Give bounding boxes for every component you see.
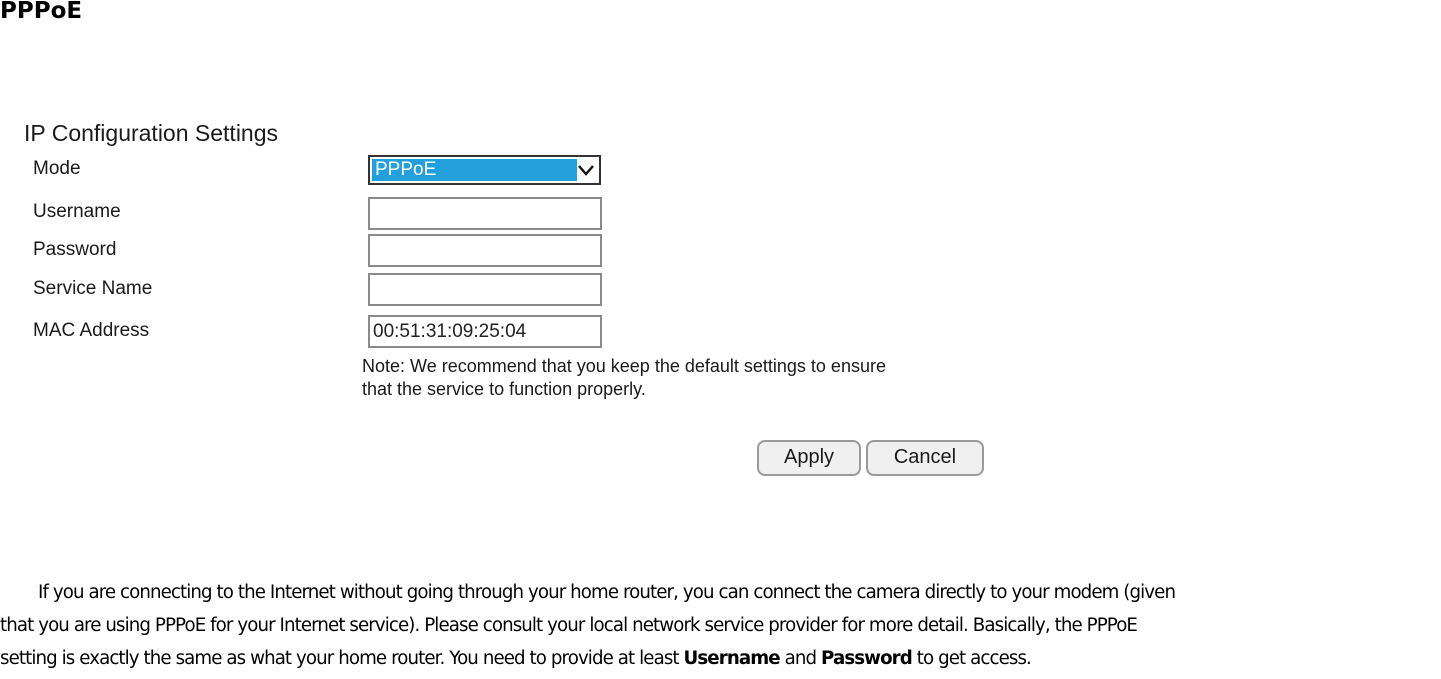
note-line-2: that the service to function properly. xyxy=(362,379,646,399)
paragraph-line-3: setting is exactly the same as what your… xyxy=(0,642,1441,675)
document-heading: PPPoE xyxy=(0,0,83,24)
bold-password: Password xyxy=(821,648,913,669)
description-paragraph: If you are connecting to the Internet wi… xyxy=(0,576,1441,675)
settings-note: Note: We recommend that you keep the def… xyxy=(362,355,1002,401)
form-title: IP Configuration Settings xyxy=(24,120,279,146)
note-line-1: Note: We recommend that you keep the def… xyxy=(362,356,886,376)
service-name-label: Service Name xyxy=(33,278,153,299)
paragraph-line-1: If you are connecting to the Internet wi… xyxy=(0,576,1441,609)
mac-address-label: MAC Address xyxy=(33,320,150,341)
service-name-input[interactable] xyxy=(368,273,602,306)
paragraph-line-3-mid: and xyxy=(779,648,822,669)
mode-select-value: PPPoE xyxy=(372,159,577,181)
paragraph-line-2: that you are using PPPoE for your Intern… xyxy=(0,615,1138,636)
mode-label: Mode xyxy=(33,158,81,179)
password-input[interactable] xyxy=(368,234,602,267)
mac-address-input[interactable] xyxy=(368,315,602,348)
paragraph-line-3-post: to get access. xyxy=(911,648,1032,669)
cancel-button[interactable]: Cancel xyxy=(866,440,984,476)
paragraph-line-3-pre: setting is exactly the same as what your… xyxy=(0,648,684,669)
bold-username: Username xyxy=(683,648,781,669)
apply-button[interactable]: Apply xyxy=(757,440,861,476)
username-input[interactable] xyxy=(368,197,602,230)
mode-select[interactable]: PPPoE xyxy=(368,155,601,185)
paragraph-line-1-text: If you are connecting to the Internet wi… xyxy=(38,582,1176,603)
username-label: Username xyxy=(33,201,121,222)
password-label: Password xyxy=(33,239,117,260)
chevron-down-icon xyxy=(578,165,594,176)
